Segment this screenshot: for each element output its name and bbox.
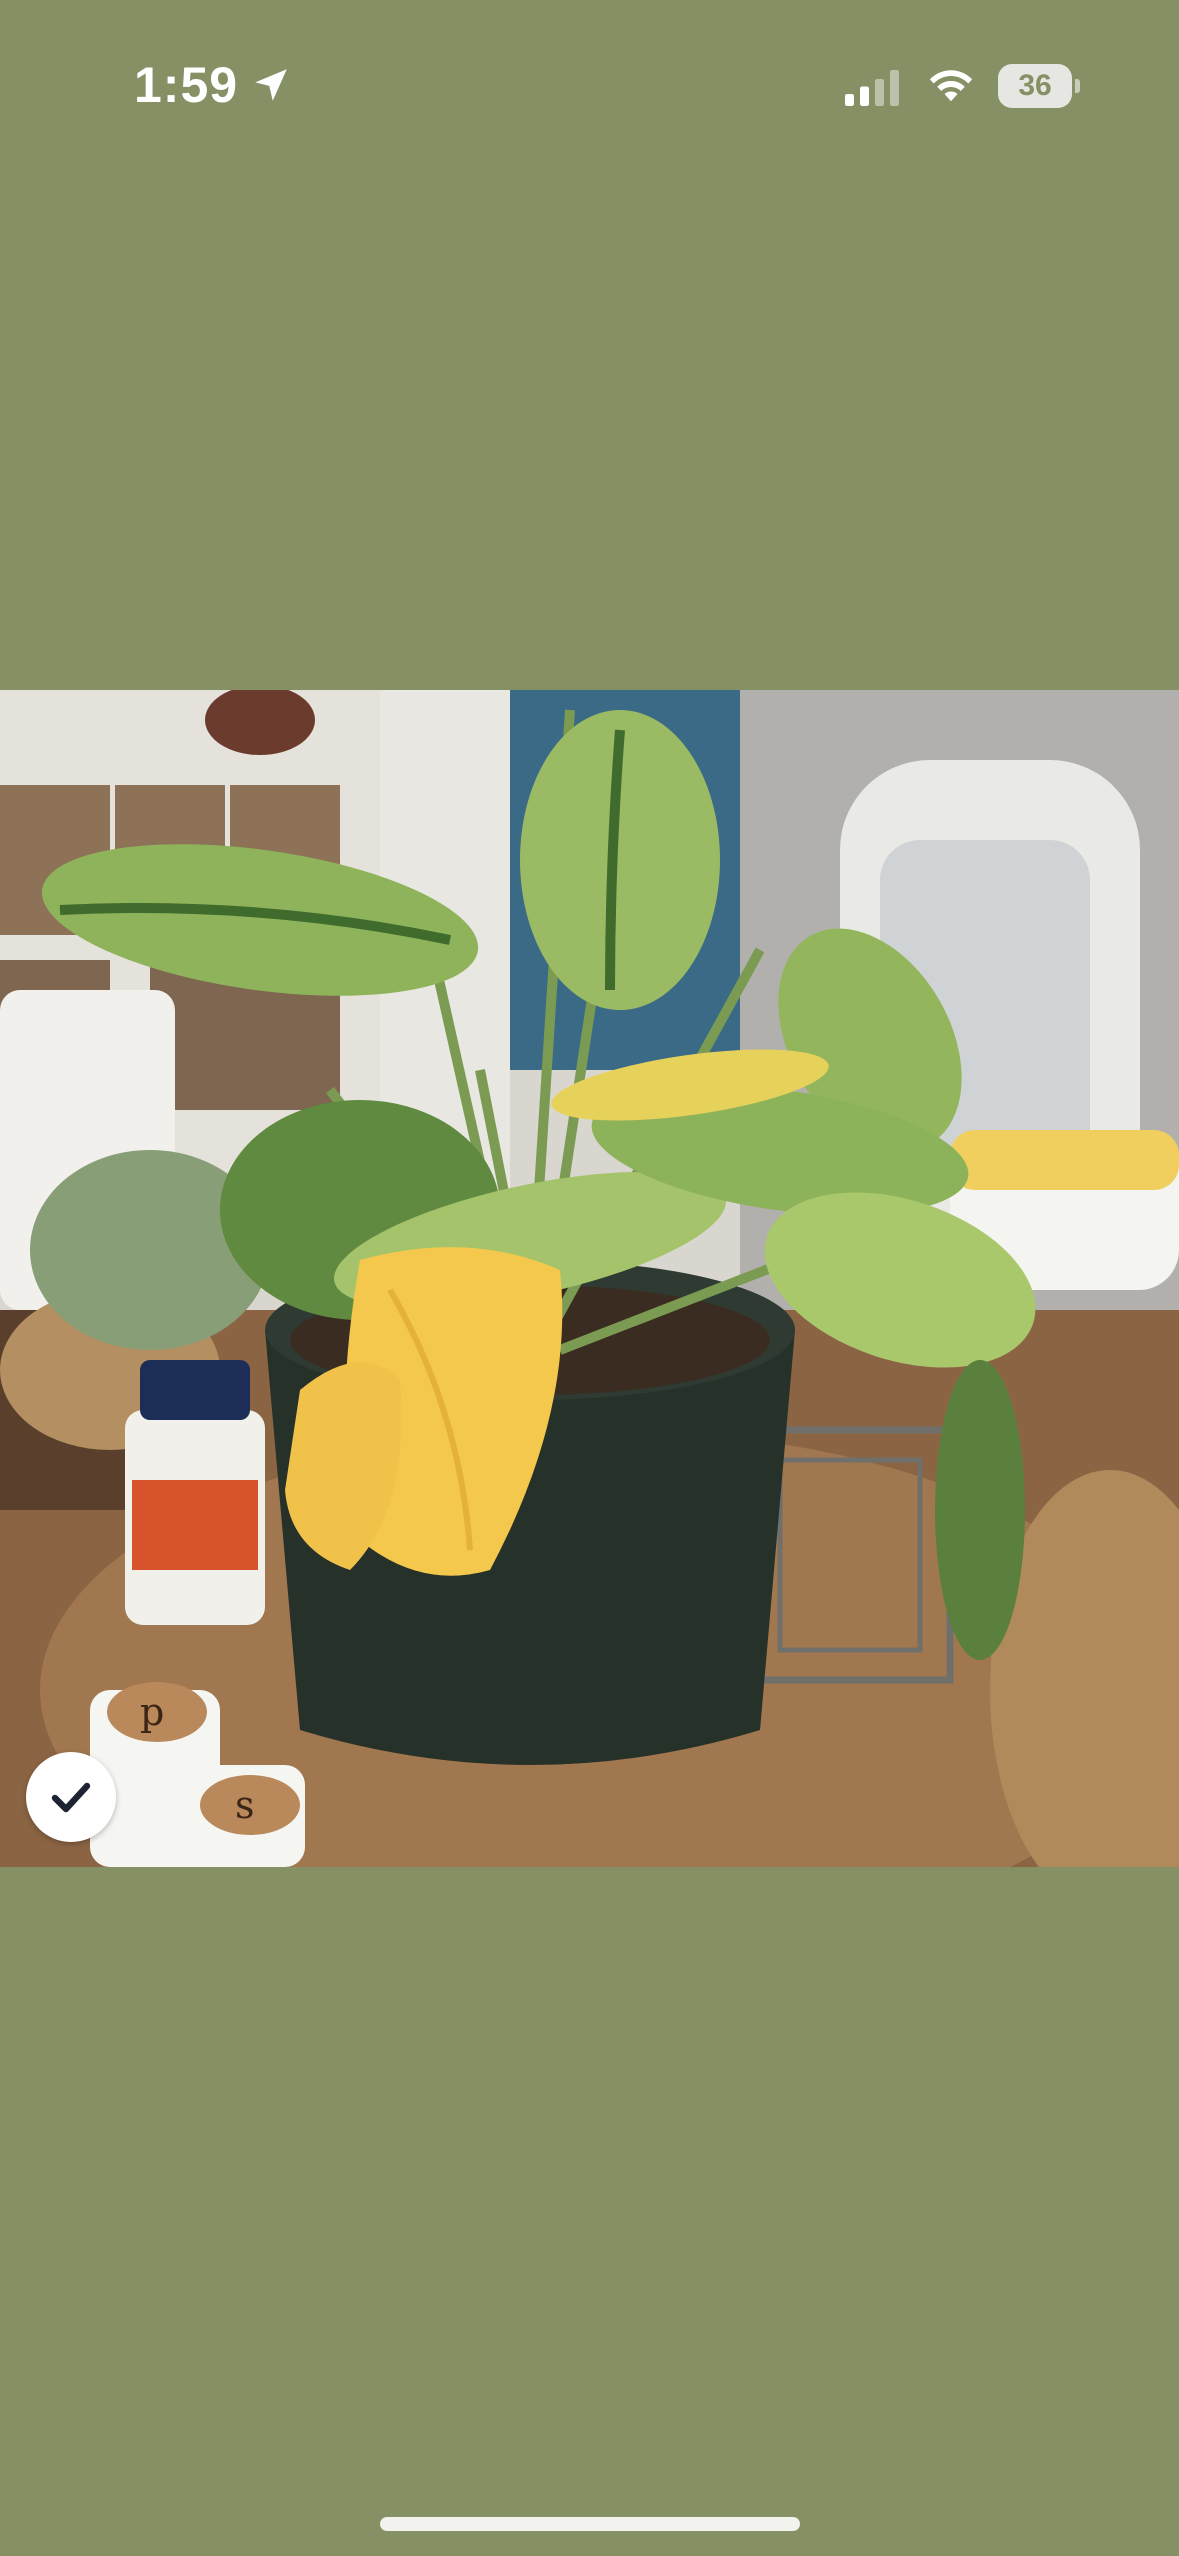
battery-level: 36 [998, 64, 1072, 108]
wifi-icon [929, 70, 973, 102]
checkmark-icon [51, 1782, 91, 1813]
svg-text:s: s [235, 1783, 255, 1827]
plant-photo-image: p s [0, 690, 1179, 1867]
battery-indicator: 36 [998, 64, 1080, 108]
svg-text:p: p [140, 1690, 164, 1734]
plant-photo[interactable]: p s [0, 690, 1179, 1867]
battery-cap [1075, 79, 1080, 93]
status-time: 1:59 [134, 57, 239, 113]
home-indicator[interactable] [380, 2517, 800, 2531]
cellular-signal-icon [845, 70, 899, 106]
selected-checkmark-badge[interactable] [26, 1752, 116, 1842]
photo-viewer-screen: 1:59 36 p s [0, 0, 1179, 2556]
status-bar: 1:59 36 [0, 0, 1179, 170]
location-arrow-icon [255, 69, 287, 101]
